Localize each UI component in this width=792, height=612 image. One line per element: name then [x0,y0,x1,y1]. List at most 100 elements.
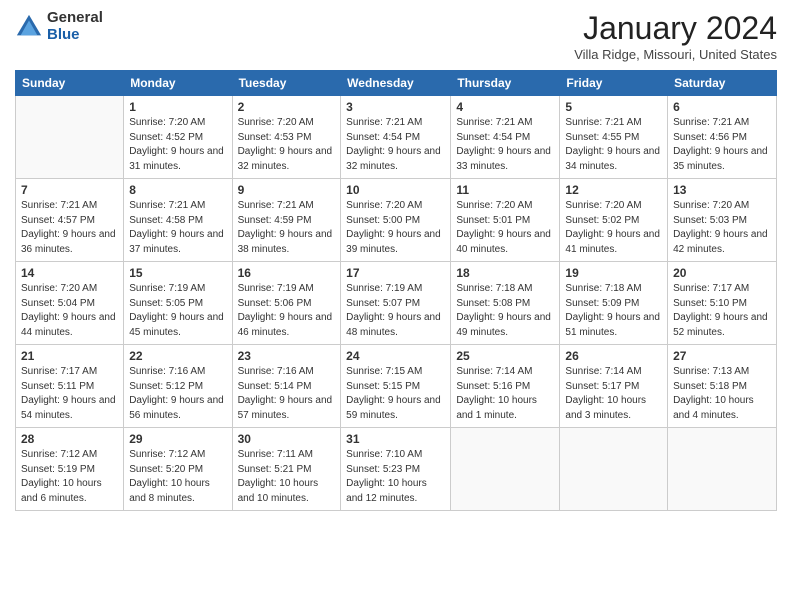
day-num-1: 1 [129,100,226,114]
day-num-3: 3 [346,100,445,114]
cell-3-5: 26 Sunrise: 7:14 AMSunset: 5:17 PMDayligh… [560,345,668,428]
logo-general: General [47,10,103,27]
logo-text: General Blue [47,10,103,43]
logo-blue: Blue [47,27,103,44]
day-info-17: Sunrise: 7:19 AMSunset: 5:07 PMDaylight:… [346,282,445,340]
header-friday: Friday [560,71,668,96]
day-info-25: Sunrise: 7:14 AMSunset: 5:16 PMDaylight:… [456,365,554,423]
day-info-22: Sunrise: 7:16 AMSunset: 5:12 PMDaylight:… [129,365,226,423]
header-saturday: Saturday [668,71,777,96]
day-num-19: 19 [565,266,662,280]
week-row-1: 7Sunrise: 7:21 AMSunset: 4:57 PMDaylight… [16,179,777,262]
day-num-5: 5 [565,100,662,114]
header-tuesday: Tuesday [232,71,341,96]
day-info-16: Sunrise: 7:19 AMSunset: 5:06 PMDaylight:… [238,282,336,340]
day-info-6: Sunrise: 7:21 AMSunset: 4:56 PMDaylight:… [673,116,771,174]
day-info-11: Sunrise: 7:20 AMSunset: 5:01 PMDaylight:… [456,199,554,257]
day-info-23: Sunrise: 7:16 AMSunset: 5:14 PMDaylight:… [238,365,336,423]
header-sunday: Sunday [16,71,124,96]
cell-1-3: 10 Sunrise: 7:20 AMSunset: 5:00 PMDayligh… [341,179,451,262]
cell-3-6: 27 Sunrise: 7:13 AMSunset: 5:18 PMDayligh… [668,345,777,428]
header-wednesday: Wednesday [341,71,451,96]
day-num-14: 14 [21,266,118,280]
day-num-17: 17 [346,266,445,280]
day-num-26: 26 [565,349,662,363]
weekday-header-row: Sunday Monday Tuesday Wednesday Thursday… [16,71,777,96]
day-num-6: 6 [673,100,771,114]
page-header: General Blue January 2024 Villa Ridge, M… [15,10,777,62]
cell-0-4: 4 Sunrise: 7:21 AMSunset: 4:54 PMDaylight… [451,96,560,179]
cell-1-6: 13Sunrise: 7:20 AMSunset: 5:03 PMDayligh… [668,179,777,262]
day-num-10: 10 [346,183,445,197]
cell-3-2: 23 Sunrise: 7:16 AMSunset: 5:14 PMDayligh… [232,345,341,428]
day-num-18: 18 [456,266,554,280]
day-num-2: 2 [238,100,336,114]
cell-1-4: 11 Sunrise: 7:20 AMSunset: 5:01 PMDayligh… [451,179,560,262]
day-info-18: Sunrise: 7:18 AMSunset: 5:08 PMDaylight:… [456,282,554,340]
calendar-table: Sunday Monday Tuesday Wednesday Thursday… [15,70,777,511]
cell-3-1: 22Sunrise: 7:16 AMSunset: 5:12 PMDayligh… [124,345,232,428]
day-info-8: Sunrise: 7:21 AMSunset: 4:58 PMDaylight:… [129,199,226,257]
cell-3-3: 24Sunrise: 7:15 AMSunset: 5:15 PMDayligh… [341,345,451,428]
week-row-4: 28Sunrise: 7:12 AMSunset: 5:19 PMDayligh… [16,428,777,511]
day-info-2: Sunrise: 7:20 AMSunset: 4:53 PMDaylight:… [238,116,336,174]
header-monday: Monday [124,71,232,96]
day-info-29: Sunrise: 7:12 AMSunset: 5:20 PMDaylight:… [129,448,226,506]
day-num-25: 25 [456,349,554,363]
day-num-11: 11 [456,183,554,197]
cell-4-4 [451,428,560,511]
day-info-4: Sunrise: 7:21 AMSunset: 4:54 PMDaylight:… [456,116,554,174]
day-num-31: 31 [346,432,445,446]
cell-2-5: 19Sunrise: 7:18 AMSunset: 5:09 PMDayligh… [560,262,668,345]
logo-icon [15,13,43,41]
cell-1-5: 12Sunrise: 7:20 AMSunset: 5:02 PMDayligh… [560,179,668,262]
title-block: January 2024 Villa Ridge, Missouri, Unit… [574,10,777,62]
day-info-28: Sunrise: 7:12 AMSunset: 5:19 PMDaylight:… [21,448,118,506]
cell-0-6: 6 Sunrise: 7:21 AMSunset: 4:56 PMDaylight… [668,96,777,179]
day-num-16: 16 [238,266,336,280]
day-num-21: 21 [21,349,118,363]
header-thursday: Thursday [451,71,560,96]
cell-4-3: 31 Sunrise: 7:10 AMSunset: 5:23 PMDayligh… [341,428,451,511]
day-info-20: Sunrise: 7:17 AMSunset: 5:10 PMDaylight:… [673,282,771,340]
cell-4-2: 30Sunrise: 7:11 AMSunset: 5:21 PMDayligh… [232,428,341,511]
cell-4-1: 29 Sunrise: 7:12 AMSunset: 5:20 PMDayligh… [124,428,232,511]
cell-2-6: 20Sunrise: 7:17 AMSunset: 5:10 PMDayligh… [668,262,777,345]
day-info-14: Sunrise: 7:20 AMSunset: 5:04 PMDaylight:… [21,282,118,340]
day-num-8: 8 [129,183,226,197]
day-info-10: Sunrise: 7:20 AMSunset: 5:00 PMDaylight:… [346,199,445,257]
cell-1-0: 7Sunrise: 7:21 AMSunset: 4:57 PMDaylight… [16,179,124,262]
day-num-9: 9 [238,183,336,197]
day-info-5: Sunrise: 7:21 AMSunset: 4:55 PMDaylight:… [565,116,662,174]
location: Villa Ridge, Missouri, United States [574,47,777,62]
day-info-27: Sunrise: 7:13 AMSunset: 5:18 PMDaylight:… [673,365,771,423]
day-num-4: 4 [456,100,554,114]
logo: General Blue [15,10,103,43]
day-info-21: Sunrise: 7:17 AMSunset: 5:11 PMDaylight:… [21,365,118,423]
day-info-3: Sunrise: 7:21 AMSunset: 4:54 PMDaylight:… [346,116,445,174]
cell-2-2: 16 Sunrise: 7:19 AMSunset: 5:06 PMDayligh… [232,262,341,345]
week-row-0: 1 Sunrise: 7:20 AMSunset: 4:52 PMDaylight… [16,96,777,179]
day-num-7: 7 [21,183,118,197]
day-info-12: Sunrise: 7:20 AMSunset: 5:02 PMDaylight:… [565,199,662,257]
day-num-23: 23 [238,349,336,363]
cell-2-1: 15Sunrise: 7:19 AMSunset: 5:05 PMDayligh… [124,262,232,345]
week-row-3: 21 Sunrise: 7:17 AMSunset: 5:11 PMDayligh… [16,345,777,428]
day-num-27: 27 [673,349,771,363]
day-info-24: Sunrise: 7:15 AMSunset: 5:15 PMDaylight:… [346,365,445,423]
day-info-1: Sunrise: 7:20 AMSunset: 4:52 PMDaylight:… [129,116,226,174]
cell-0-0 [16,96,124,179]
day-info-15: Sunrise: 7:19 AMSunset: 5:05 PMDaylight:… [129,282,226,340]
cell-0-5: 5 Sunrise: 7:21 AMSunset: 4:55 PMDaylight… [560,96,668,179]
cell-0-2: 2 Sunrise: 7:20 AMSunset: 4:53 PMDaylight… [232,96,341,179]
day-info-31: Sunrise: 7:10 AMSunset: 5:23 PMDaylight:… [346,448,445,506]
cell-3-0: 21 Sunrise: 7:17 AMSunset: 5:11 PMDayligh… [16,345,124,428]
cell-0-1: 1 Sunrise: 7:20 AMSunset: 4:52 PMDaylight… [124,96,232,179]
cell-4-5 [560,428,668,511]
cell-2-0: 14 Sunrise: 7:20 AMSunset: 5:04 PMDayligh… [16,262,124,345]
day-info-26: Sunrise: 7:14 AMSunset: 5:17 PMDaylight:… [565,365,662,423]
day-num-13: 13 [673,183,771,197]
cell-4-0: 28Sunrise: 7:12 AMSunset: 5:19 PMDayligh… [16,428,124,511]
day-num-29: 29 [129,432,226,446]
cell-3-4: 25 Sunrise: 7:14 AMSunset: 5:16 PMDayligh… [451,345,560,428]
